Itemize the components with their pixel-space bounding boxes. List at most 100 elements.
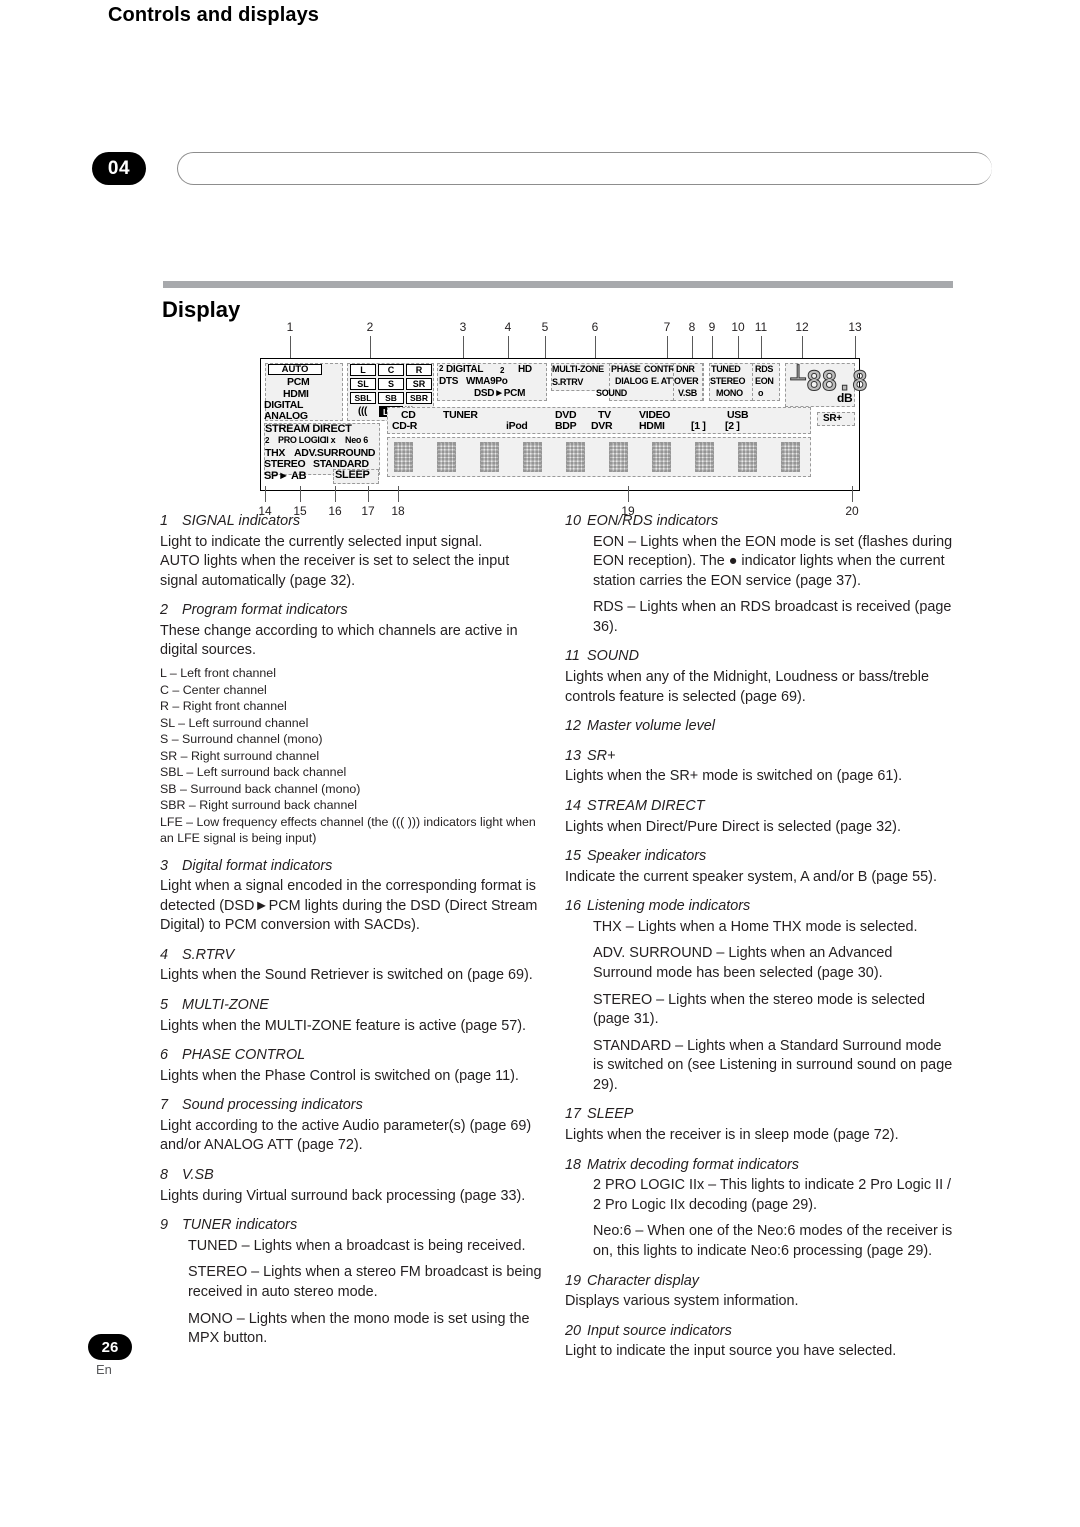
entry-5: 5 MULTI-ZONE Lights when the MULTI-ZONE f… — [160, 996, 550, 1036]
indicator-eon-dot: o — [758, 388, 764, 398]
entry-12-number: 12 — [565, 718, 582, 735]
channel-sl: SL — [350, 378, 376, 390]
indicator-dts: DTS — [439, 376, 459, 387]
indicator-iix: II x — [324, 435, 336, 445]
indicator-eon: EON — [755, 376, 774, 386]
channel-s: S — [378, 378, 404, 390]
entry-9-s3: MONO – Lights when the mono mode is set … — [188, 1310, 530, 1347]
entry-19-head: 19 Character display — [565, 1272, 955, 1292]
entry-16-subs: THX – Lights when a Home THX mode is sel… — [593, 918, 955, 1096]
entry-2: 2 Program format indicators These change … — [160, 601, 550, 846]
channel-sb: SB — [378, 392, 404, 404]
entry-9-s1: TUNED – Lights when a broadcast is being… — [188, 1237, 526, 1254]
indicator-stream-direct: STREAM DIRECT — [265, 423, 352, 435]
indicator-dd-prefix: 2 — [439, 364, 444, 373]
indicator-pro-logic: PRO LOGIC — [278, 435, 326, 445]
entry-13-number: 13 — [565, 747, 582, 764]
entry-9-subs: TUNED – Lights when a broadcast is being… — [188, 1237, 550, 1349]
indicator-sound: SOUND — [596, 388, 628, 398]
entry-3-p1: Light when a signal encoded in the corre… — [160, 878, 538, 934]
indicator-stereo-mode: STEREO — [264, 458, 306, 470]
entry-16-s1: THX – Lights when a Home THX mode is sel… — [593, 918, 918, 935]
indicator-dolby-digital: DIGITAL — [446, 364, 484, 375]
entry-3: 3 Digital format indicators Light when a … — [160, 857, 550, 936]
entry-17-p1: Lights when the receiver is in sleep mod… — [565, 1127, 899, 1144]
indicator-vsb: V.SB — [678, 388, 697, 398]
left-text-column: 1 SIGNAL indicators Light to indicate the… — [160, 512, 550, 1359]
entry-10-s2: RDS – Lights when an RDS broadcast is re… — [593, 599, 952, 635]
footer-page-number: 26 — [88, 1334, 132, 1360]
entry-2-head: 2 Program format indicators — [160, 601, 550, 621]
entry-15-number: 15 — [565, 848, 582, 865]
input-dvr: DVR — [591, 420, 613, 432]
callout-13: 13 — [848, 320, 862, 334]
entry-6-p1: Lights when the Phase Control is switche… — [160, 1067, 519, 1084]
indicator-wma: WMA9Pᴏ — [466, 376, 508, 387]
matrix-char — [480, 442, 499, 472]
channel-legend-item: SR – Right surround channel — [160, 748, 320, 763]
right-text-column: 10 EON/RDS indicators EON – Lights when t… — [565, 512, 955, 1372]
entry-17: 17 SLEEP Lights when the receiver is in s… — [565, 1105, 955, 1145]
entry-7-number: 7 — [160, 1097, 169, 1114]
entry-13-p1: Lights when the SR+ mode is switched on … — [565, 768, 903, 785]
indicator-dsd-pcm: DSD►PCM — [474, 388, 526, 399]
entry-4-head: 4 S.RTRV — [160, 946, 550, 966]
entry-5-p1: Lights when the MULTI-ZONE feature is ac… — [160, 1017, 527, 1034]
entry-8: 8 V.SB Lights during Virtual surround bac… — [160, 1166, 550, 1206]
entry-6: 6 PHASE CONTROL Lights when the Phase Con… — [160, 1046, 550, 1086]
entry-12: 12 Master volume level — [565, 717, 955, 737]
input-cdr: CD-R — [392, 420, 418, 432]
volume-bar-icon: ┴ — [790, 365, 806, 393]
indicator-phase: PHASE — [611, 364, 641, 374]
callout-4: 4 — [504, 320, 512, 334]
indicator-sleep: SLEEP — [335, 469, 370, 481]
input-tuner: TUNER — [443, 409, 478, 421]
callout-8: 8 — [688, 320, 696, 334]
indicator-multizone: MULTI-ZONE — [552, 364, 604, 374]
input-bdp: BDP — [555, 420, 577, 432]
entry-12-head: 12 Master volume level — [565, 717, 955, 737]
callout-12: 12 — [795, 320, 809, 334]
channel-legend-item: R – Right front channel — [160, 699, 287, 714]
entry-7-p1: Light according to the active Audio para… — [160, 1117, 532, 1154]
input-hdmi: HDMI — [639, 420, 665, 432]
entry-5-number: 5 — [160, 997, 169, 1014]
entry-8-head: 8 V.SB — [160, 1166, 550, 1186]
channel-sbr: SBR — [406, 392, 432, 404]
indicator-hd: HD — [518, 364, 532, 375]
entry-5-head: 5 MULTI-ZONE — [160, 996, 550, 1016]
input-ipod: iPod — [506, 420, 528, 432]
indicator-sr-plus: SR+ — [823, 413, 842, 424]
callout-10: 10 — [731, 320, 745, 334]
entry-19-p1: Displays various system information. — [565, 1293, 799, 1310]
matrix-char — [394, 442, 413, 472]
entry-18-number: 18 — [565, 1156, 582, 1173]
entry-1-head: 1 SIGNAL indicators — [160, 512, 550, 532]
entry-14-p1: Lights when Direct/Pure Direct is select… — [565, 818, 901, 835]
entry-19: 19 Character display Displays various sys… — [565, 1272, 955, 1312]
indicator-rds: RDS — [755, 364, 774, 374]
entry-18-head: 18 Matrix decoding format indicators — [565, 1156, 955, 1176]
indicator-auto: AUTO — [268, 364, 322, 375]
channel-legend-item: SB – Surround back channel (mono) — [160, 781, 361, 796]
entry-15: 15 Speaker indicators Indicate the curren… — [565, 847, 955, 887]
entry-10-s1: EON – Lights when the EON mode is set (f… — [593, 533, 953, 589]
callout-11: 11 — [754, 320, 768, 334]
entry-15-head: 15 Speaker indicators — [565, 847, 955, 867]
indicator-tuned: TUNED — [711, 364, 741, 374]
page-title: Controls and displays — [108, 4, 320, 26]
indicator-dd-suffix: 2 — [500, 366, 505, 375]
entry-11-p1: Lights when any of the Midnight, Loudnes… — [565, 669, 929, 705]
callout-5: 5 — [541, 320, 549, 334]
entry-13-head: 13 SR+ — [565, 747, 955, 767]
channel-sbl: SBL — [350, 392, 376, 404]
entry-2-p1: These change according to which channels… — [160, 622, 518, 659]
matrix-char — [437, 442, 456, 472]
matrix-char — [738, 442, 757, 472]
channel-legend-item: SBL – Left surround back channel — [160, 765, 347, 780]
entry-7-head: 7 Sound processing indicators — [160, 1096, 550, 1116]
entry-6-number: 6 — [160, 1047, 169, 1064]
entry-18: 18 Matrix decoding format indicators 2 PR… — [565, 1156, 955, 1262]
entry-10-subs: EON – Lights when the EON mode is set (f… — [593, 533, 955, 638]
entry-8-number: 8 — [160, 1167, 169, 1184]
